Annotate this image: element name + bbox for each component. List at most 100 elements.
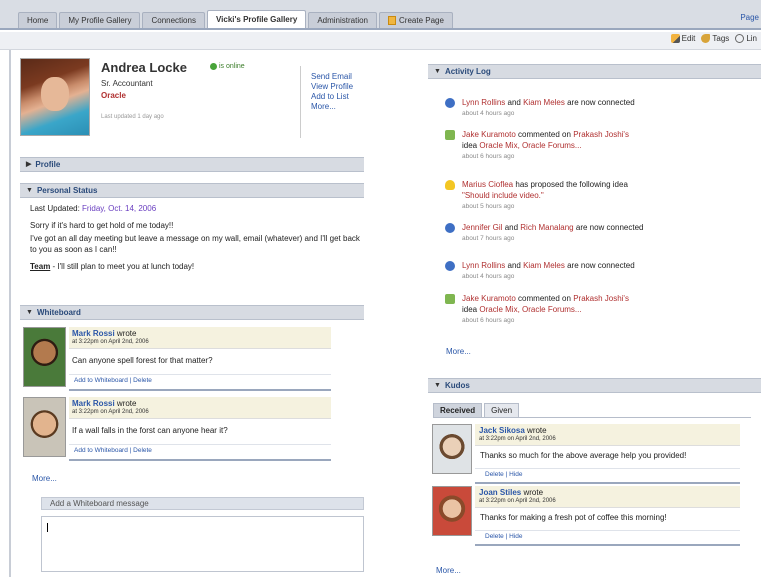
profile-title: Sr. Accountant xyxy=(101,79,153,88)
entry-time: at 3:22pm on April 2nd, 2006 xyxy=(72,409,149,415)
collapse-icon: ▼ xyxy=(26,309,33,316)
kudos-tabs: Received Given xyxy=(433,403,520,418)
lightbulb-icon xyxy=(445,180,455,190)
link-button[interactable]: Lin xyxy=(735,34,757,43)
tab-received[interactable]: Received xyxy=(433,403,483,418)
activity-text: Jennifer Gil and Rich Manalang are now c… xyxy=(462,222,745,233)
user-link[interactable]: Rich Manalang xyxy=(520,223,573,232)
user-link[interactable]: Lynn Rollins xyxy=(462,261,505,270)
entry-message: Can anyone spell forest for that matter? xyxy=(72,356,213,365)
author-link[interactable]: Mark Rossi xyxy=(72,399,115,408)
tab-label: Create Page xyxy=(399,15,444,25)
section-personal-status[interactable]: ▼ Personal Status xyxy=(20,183,364,198)
text-caret xyxy=(47,523,48,532)
activity-text: Lynn Rollins and Kiam Meles are now conn… xyxy=(462,97,745,108)
whiteboard-more-link[interactable]: More... xyxy=(32,474,57,483)
user-link[interactable]: Jake Kuramoto xyxy=(462,130,516,139)
entry-header: Mark Rossi wrote at 3:22pm on April 2nd,… xyxy=(69,397,331,419)
section-whiteboard[interactable]: ▼ Whiteboard xyxy=(20,305,364,320)
edit-button[interactable]: Edit xyxy=(670,34,696,43)
entry-time: at 3:22pm on April 2nd, 2006 xyxy=(72,339,149,345)
activity-text-part: are now connected xyxy=(564,261,635,270)
profile-company[interactable]: Oracle xyxy=(101,91,126,100)
user-link[interactable]: Lynn Rollins xyxy=(462,98,505,107)
online-label: is online xyxy=(219,63,245,70)
user-link[interactable]: Marius Cioflea xyxy=(462,180,513,189)
user-link[interactable]: Kiam Meles xyxy=(523,261,565,270)
user-link[interactable]: Prakash Joshi's xyxy=(573,294,629,303)
tab-home[interactable]: Home xyxy=(18,12,58,28)
tags-button[interactable]: Tags xyxy=(701,34,729,43)
user-link[interactable]: Prakash Joshi's xyxy=(573,130,629,139)
activity-time: about 6 hours ago xyxy=(462,317,515,324)
tab-administration[interactable]: Administration xyxy=(308,12,377,28)
info-icon xyxy=(445,223,455,233)
whiteboard-message-input[interactable] xyxy=(41,516,364,572)
section-title: Whiteboard xyxy=(36,308,81,317)
tab-my-profile-gallery[interactable]: My Profile Gallery xyxy=(59,12,141,28)
tab-vickis-profile-gallery[interactable]: Vicki's Profile Gallery xyxy=(206,10,307,28)
author-link[interactable]: Mark Rossi xyxy=(72,329,115,338)
online-icon xyxy=(210,63,217,70)
user-link[interactable]: Jake Kuramoto xyxy=(462,294,516,303)
tab-bar: Home My Profile Gallery Connections Vick… xyxy=(0,0,761,30)
activity-item: Lynn Rollins and Kiam Meles are now conn… xyxy=(445,260,745,282)
activity-text-part: idea xyxy=(462,141,480,150)
personal-status: Last Updated: Friday, Oct. 14, 2006 Sorr… xyxy=(30,203,360,278)
idea-link[interactable]: Oracle Mix, Oracle Forums... xyxy=(479,305,581,314)
last-updated-label: Last Updated: xyxy=(30,204,80,213)
collapse-icon: ▼ xyxy=(434,68,441,75)
idea-link[interactable]: Oracle Mix, Oracle Forums... xyxy=(479,141,581,150)
entry-actions[interactable]: Add to Whiteboard | Delete xyxy=(69,374,331,387)
author-link[interactable]: Joan Stiles xyxy=(479,488,521,497)
activity-item: Jennifer Gil and Rich Manalang are now c… xyxy=(445,222,745,244)
activity-text-part: idea xyxy=(462,305,480,314)
entry-actions[interactable]: Delete | Hide xyxy=(475,530,740,542)
section-profile[interactable]: ▶ Profile xyxy=(20,157,364,172)
activity-time: about 6 hours ago xyxy=(462,153,515,160)
tab-given[interactable]: Given xyxy=(484,403,520,418)
activity-more-link[interactable]: More... xyxy=(446,347,471,356)
profile-links: Send Email View Profile Add to List More… xyxy=(311,72,353,112)
entry-actions[interactable]: Delete | Hide xyxy=(475,468,740,480)
entry-header: Jack Sikosa wrote at 3:22pm on April 2nd… xyxy=(475,424,740,446)
entry-actions[interactable]: Add to Whiteboard | Delete xyxy=(69,444,331,457)
activity-item: Jake Kuramoto commented on Prakash Joshi… xyxy=(445,293,745,326)
add-whiteboard-message-label: Add a Whiteboard message xyxy=(41,497,364,510)
author-link[interactable]: Jack Sikosa xyxy=(479,426,525,435)
view-profile-link[interactable]: View Profile xyxy=(311,82,353,92)
info-icon xyxy=(445,98,455,108)
divider xyxy=(475,544,740,546)
activity-item: Lynn Rollins and Kiam Meles are now conn… xyxy=(445,97,745,119)
divider xyxy=(433,417,751,418)
idea-link[interactable]: "Should include video." xyxy=(462,191,544,200)
section-activity-log[interactable]: ▼ Activity Log xyxy=(428,64,761,79)
activity-text: Lynn Rollins and Kiam Meles are now conn… xyxy=(462,260,745,271)
info-icon xyxy=(445,261,455,271)
section-title: Profile xyxy=(35,160,61,169)
link-icon xyxy=(735,34,745,43)
user-link[interactable]: Kiam Meles xyxy=(523,98,565,107)
kudos-more-link[interactable]: More... xyxy=(436,566,461,575)
entry-time: at 3:22pm on April 2nd, 2006 xyxy=(479,436,556,442)
tab-create-page[interactable]: Create Page xyxy=(379,12,453,28)
activity-time: about 7 hours ago xyxy=(462,235,515,242)
activity-item: Marius Cioflea has proposed the followin… xyxy=(445,179,745,212)
more-link[interactable]: More... xyxy=(311,102,353,112)
tag-icon xyxy=(701,34,711,43)
user-link[interactable]: Jennifer Gil xyxy=(462,223,502,232)
pages-link[interactable]: Page xyxy=(740,13,759,22)
tab-label: Home xyxy=(27,15,49,25)
left-edge-divider xyxy=(9,50,11,577)
add-to-list-link[interactable]: Add to List xyxy=(311,92,353,102)
entry-author: Mark Rossi wrote xyxy=(72,329,136,338)
send-email-link[interactable]: Send Email xyxy=(311,72,353,82)
entry-time: at 3:22pm on April 2nd, 2006 xyxy=(479,498,556,504)
tab-list: Home My Profile Gallery Connections Vick… xyxy=(18,10,455,28)
edit-label: Edit xyxy=(681,34,696,43)
avatar xyxy=(23,327,66,387)
section-kudos[interactable]: ▼ Kudos xyxy=(428,378,761,393)
profile-header: Andrea Locke is online Sr. Accountant Or… xyxy=(20,58,365,150)
tab-connections[interactable]: Connections xyxy=(142,12,205,28)
tab-label: Connections xyxy=(151,15,196,25)
